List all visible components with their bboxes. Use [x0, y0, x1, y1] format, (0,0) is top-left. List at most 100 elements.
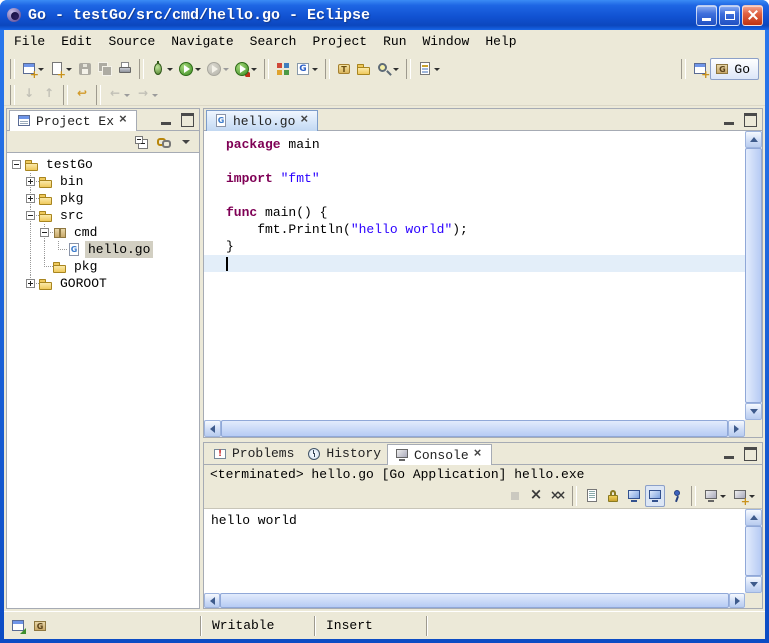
go-trim-icon[interactable] [32, 618, 48, 634]
menu-help[interactable]: Help [477, 31, 524, 53]
dropdown-arrow-icon[interactable] [151, 87, 159, 103]
close-tab-icon[interactable] [299, 114, 311, 128]
scroll-down-icon[interactable] [745, 576, 762, 593]
tab-problems[interactable]: Problems [206, 443, 300, 464]
scroll-track[interactable] [221, 420, 728, 437]
tree-item-goroot[interactable]: GOROOT [7, 275, 199, 292]
tree-expander-plus-icon[interactable] [26, 279, 35, 288]
dropdown-arrow-icon[interactable] [392, 61, 400, 77]
tree-item-pkg[interactable]: pkg [7, 258, 199, 275]
dropdown-arrow-icon[interactable] [166, 61, 174, 77]
code-line[interactable]: fmt.Println("hello world"); [204, 221, 745, 238]
maximize-view-button[interactable] [741, 112, 759, 127]
collapse-all-button[interactable] [132, 131, 152, 153]
scroll-right-icon[interactable] [729, 593, 745, 608]
dropdown-arrow-icon[interactable] [433, 61, 441, 77]
print-button[interactable] [115, 58, 135, 80]
open-resource-button[interactable] [354, 58, 374, 80]
dropdown-arrow-icon[interactable] [123, 87, 131, 103]
dropdown-arrow-icon[interactable] [311, 61, 319, 77]
close-tab-icon[interactable] [473, 448, 485, 462]
editor-vertical-scrollbar[interactable] [745, 131, 762, 420]
menu-source[interactable]: Source [100, 31, 163, 53]
tree-expander-minus-icon[interactable] [40, 228, 49, 237]
console-horizontal-scrollbar[interactable] [204, 593, 745, 608]
editor-content[interactable]: package mainimport "fmt"func main() { fm… [204, 131, 762, 437]
tree-handle[interactable] [24, 173, 38, 190]
close-button[interactable] [742, 5, 763, 26]
code-line[interactable]: import "fmt" [204, 170, 745, 187]
dropdown-arrow-icon[interactable] [37, 61, 45, 77]
annotations-button[interactable] [415, 58, 443, 80]
console-vertical-scrollbar[interactable] [745, 509, 762, 593]
tree-item-pkg[interactable]: pkg [7, 190, 199, 207]
scroll-right-icon[interactable] [728, 420, 745, 437]
scroll-thumb[interactable] [220, 593, 729, 608]
menu-navigate[interactable]: Navigate [163, 31, 241, 53]
tree-item-cmd[interactable]: cmd [7, 224, 199, 241]
code-line[interactable]: package main [204, 136, 745, 153]
dropdown-arrow-icon[interactable] [222, 61, 230, 77]
open-type-button[interactable] [334, 58, 354, 80]
tab-history[interactable]: History [300, 443, 387, 464]
go-tools-button[interactable] [293, 58, 321, 80]
tree-handle[interactable] [24, 190, 38, 207]
tree-expander-plus-icon[interactable] [26, 177, 35, 186]
tree-item-hello-go[interactable]: hello.go [7, 241, 199, 258]
scroll-down-icon[interactable] [745, 403, 762, 420]
tree-handle[interactable] [24, 275, 38, 292]
menu-window[interactable]: Window [415, 31, 478, 53]
titlebar[interactable]: Go - testGo/src/cmd/hello.go - Eclipse [0, 0, 769, 30]
open-console-button[interactable] [730, 485, 758, 507]
last-edit-location-button[interactable] [72, 84, 92, 106]
scroll-thumb[interactable] [221, 420, 728, 437]
minimize-button[interactable] [696, 5, 717, 26]
dropdown-arrow-icon[interactable] [748, 488, 756, 504]
new-wizard-button[interactable] [19, 58, 47, 80]
search-button[interactable] [374, 58, 402, 80]
menu-project[interactable]: Project [304, 31, 375, 53]
scroll-track[interactable] [220, 593, 729, 608]
menu-edit[interactable]: Edit [53, 31, 100, 53]
tab-hello-go[interactable]: hello.go [206, 110, 318, 131]
link-with-editor-button[interactable] [154, 131, 174, 153]
tree-item-testgo[interactable]: testGo [7, 156, 199, 173]
tree-handle[interactable] [38, 224, 52, 241]
tree-handle[interactable] [10, 156, 24, 173]
scroll-track[interactable] [745, 526, 762, 576]
dropdown-arrow-icon[interactable] [65, 61, 73, 77]
tree-handle[interactable] [24, 207, 38, 224]
menu-file[interactable]: File [6, 31, 53, 53]
minimize-view-button[interactable] [721, 446, 739, 461]
show-stderr-button[interactable] [645, 485, 665, 507]
pin-console-button[interactable] [666, 485, 686, 507]
show-stdout-button[interactable] [624, 485, 644, 507]
tree-expander-minus-icon[interactable] [26, 211, 35, 220]
tree-item-src[interactable]: src [7, 207, 199, 224]
new-go-app-button[interactable] [273, 58, 293, 80]
display-console-button[interactable] [701, 485, 729, 507]
external-tools-button[interactable] [232, 58, 260, 80]
code-line[interactable] [204, 187, 745, 204]
scroll-up-icon[interactable] [745, 131, 762, 148]
dropdown-arrow-icon[interactable] [194, 61, 202, 77]
maximize-view-button[interactable] [741, 446, 759, 461]
code-line[interactable]: } [204, 238, 745, 255]
new-go-element-button[interactable] [47, 58, 75, 80]
menu-search[interactable]: Search [242, 31, 305, 53]
scroll-left-icon[interactable] [204, 593, 220, 608]
scroll-lock-button[interactable] [603, 485, 623, 507]
clear-console-button[interactable] [582, 485, 602, 507]
tree-expander-plus-icon[interactable] [26, 194, 35, 203]
scroll-thumb[interactable] [745, 526, 762, 576]
go-perspective-button[interactable]: Go [710, 58, 759, 80]
dropdown-arrow-icon[interactable] [719, 488, 727, 504]
editor-horizontal-scrollbar[interactable] [204, 420, 745, 437]
maximize-button[interactable] [719, 5, 740, 26]
code-line[interactable] [204, 255, 745, 272]
run-button[interactable] [176, 58, 204, 80]
maximize-view-button[interactable] [178, 112, 196, 127]
code-area[interactable]: package mainimport "fmt"func main() { fm… [204, 131, 745, 420]
scroll-thumb[interactable] [745, 148, 762, 403]
tree-expander-minus-icon[interactable] [12, 160, 21, 169]
